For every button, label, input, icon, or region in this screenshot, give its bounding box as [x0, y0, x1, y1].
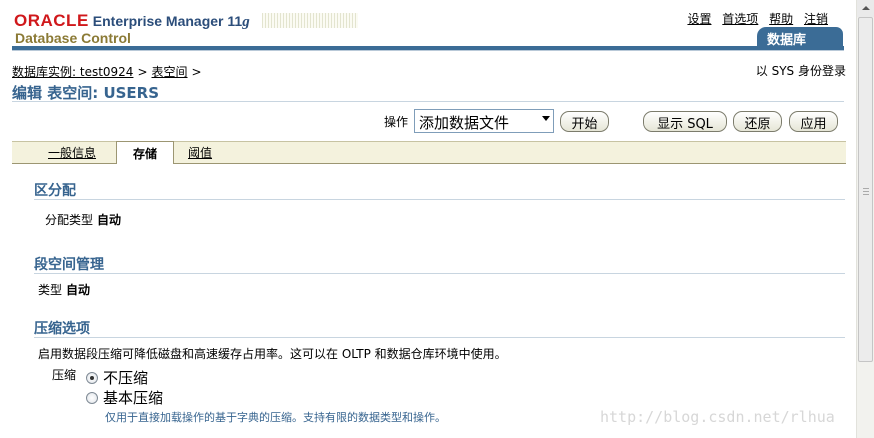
section-divider: [34, 273, 845, 274]
allocation-type-field: 分配类型 自动: [45, 211, 121, 228]
product-name: Enterprise Manager 11: [92, 13, 243, 29]
segment-type-label: 类型: [38, 283, 63, 297]
breadcrumb: 数据库实例: test0924 > 表空间 >: [12, 63, 206, 80]
database-tab[interactable]: 数据库: [757, 27, 829, 48]
radio-checked-icon[interactable]: [86, 372, 98, 384]
apply-button[interactable]: 应用: [789, 111, 838, 132]
radio-basic-compression[interactable]: 基本压缩: [86, 387, 163, 408]
watermark: http://blog.csdn.net/rlhua: [600, 408, 835, 426]
action-label: 操作: [384, 115, 409, 129]
chevron-down-icon: [542, 116, 550, 121]
segment-type-value: 自动: [66, 283, 91, 297]
breadcrumb-instance-link[interactable]: 数据库实例: test0924: [12, 65, 133, 79]
breadcrumb-tablespace-link[interactable]: 表空间: [152, 65, 188, 79]
revert-button[interactable]: 还原: [733, 111, 782, 132]
oracle-logo: ORACLE Enterprise Manager 11g: [14, 11, 250, 31]
product-subtitle: Database Control: [15, 30, 131, 46]
segment-space-heading: 段空间管理: [34, 257, 104, 273]
preferences-link[interactable]: 首选项: [722, 12, 758, 26]
global-links: 设置 首选项 帮助 注销: [680, 10, 828, 27]
action-select-value: 添加数据文件: [419, 114, 510, 132]
grip-icon: [863, 188, 869, 195]
tab-general-label[interactable]: 一般信息: [48, 146, 96, 160]
action-select[interactable]: 添加数据文件: [414, 109, 554, 133]
allocation-type-value: 自动: [97, 213, 122, 227]
title-divider: [12, 101, 844, 102]
radio-basic-compression-label[interactable]: 基本压缩: [103, 389, 163, 407]
oracle-wordmark: ORACLE: [14, 11, 89, 30]
scrollbar-thumb[interactable]: [858, 17, 873, 362]
breadcrumb-separator: >: [137, 65, 148, 79]
tab-threshold[interactable]: 阈值: [188, 142, 212, 164]
radio-no-compression[interactable]: 不压缩: [86, 367, 148, 388]
logout-link[interactable]: 注销: [804, 12, 828, 26]
allocation-type-label: 分配类型: [45, 213, 94, 227]
scroll-up-arrow-icon[interactable]: [857, 0, 874, 17]
header-bar-shadow: [12, 50, 844, 51]
show-sql-button[interactable]: 显示 SQL: [643, 111, 727, 132]
login-info: 以 SYS 身份登录: [755, 64, 846, 78]
tab-storage[interactable]: 存储: [116, 141, 174, 164]
basic-compression-note: 仅用于直接加载操作的基于字典的压缩。支持有限的数据类型和操作。: [105, 411, 446, 424]
compression-label: 压缩: [52, 368, 77, 382]
radio-unchecked-icon[interactable]: [86, 392, 98, 404]
database-tab-edge: [829, 27, 843, 48]
section-divider: [34, 199, 845, 200]
app-header: ORACLE Enterprise Manager 11g Database Co…: [0, 0, 856, 58]
logo-decoration: [262, 13, 358, 28]
settings-link[interactable]: 设置: [687, 12, 711, 26]
extent-allocation-heading: 区分配: [34, 183, 76, 199]
compression-description: 启用数据段压缩可降低磁盘和高速缓存占用率。这可以在 OLTP 和数据仓库环境中使…: [38, 347, 507, 361]
vertical-scrollbar[interactable]: [856, 0, 874, 438]
compression-heading: 压缩选项: [34, 321, 90, 337]
tab-threshold-label[interactable]: 阈值: [188, 146, 212, 160]
product-version-suffix: g: [242, 14, 250, 30]
radio-no-compression-label[interactable]: 不压缩: [103, 369, 148, 387]
page-title: 编辑 表空间: USERS: [12, 84, 160, 102]
section-divider: [34, 337, 845, 338]
start-button[interactable]: 开始: [560, 111, 609, 132]
tab-general[interactable]: 一般信息: [48, 142, 96, 164]
help-link[interactable]: 帮助: [769, 12, 793, 26]
segment-type-field: 类型 自动: [38, 281, 90, 298]
breadcrumb-separator: >: [191, 65, 202, 79]
